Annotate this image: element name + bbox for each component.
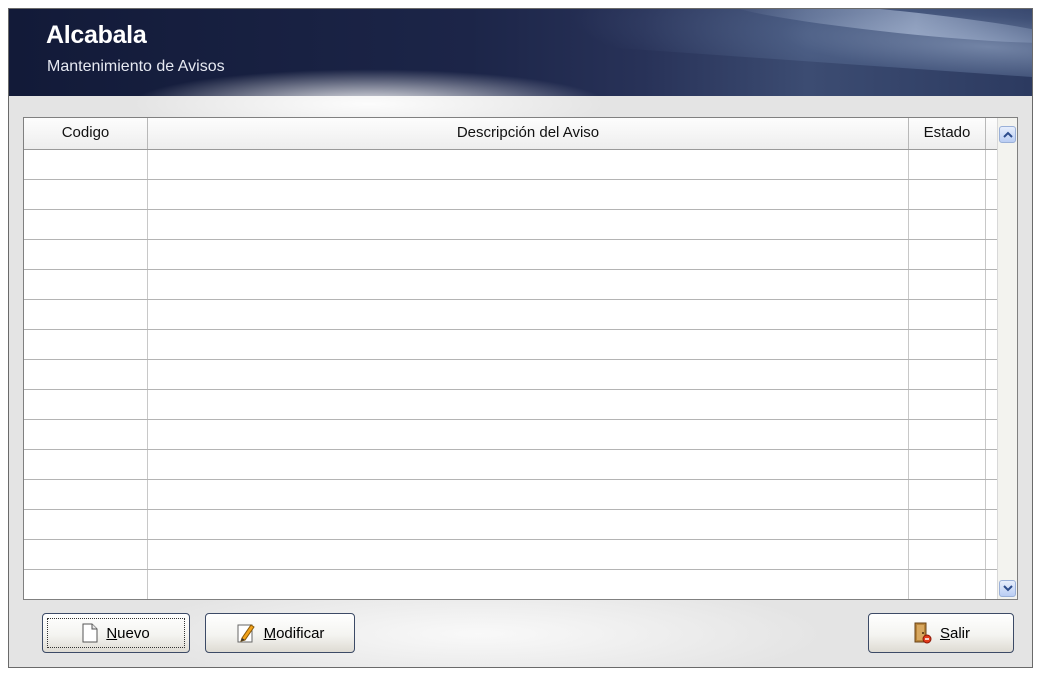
vertical-scrollbar[interactable] — [997, 118, 1017, 599]
column-header-estado[interactable]: Estado — [909, 118, 986, 149]
scroll-down-button[interactable] — [999, 580, 1016, 597]
cell-codigo[interactable] — [24, 300, 148, 329]
cell-codigo[interactable] — [24, 390, 148, 419]
salir-label: Salir — [939, 624, 971, 642]
table-row[interactable] — [24, 210, 1000, 240]
cell-estado[interactable] — [909, 480, 986, 509]
table-row[interactable] — [24, 180, 1000, 210]
door-exit-icon — [912, 622, 932, 644]
cell-estado[interactable] — [909, 420, 986, 449]
cell-descripcion[interactable] — [148, 300, 909, 329]
table-row[interactable] — [24, 570, 1000, 599]
cell-descripcion[interactable] — [148, 540, 909, 569]
cell-descripcion[interactable] — [148, 330, 909, 359]
cell-estado[interactable] — [909, 150, 986, 179]
cell-codigo[interactable] — [24, 360, 148, 389]
table-row[interactable] — [24, 360, 1000, 390]
table-row[interactable] — [24, 450, 1000, 480]
nuevo-label: Nuevo — [106, 624, 150, 642]
table-row[interactable] — [24, 540, 1000, 570]
cell-estado[interactable] — [909, 180, 986, 209]
cell-estado[interactable] — [909, 360, 986, 389]
cell-codigo[interactable] — [24, 180, 148, 209]
column-header-codigo[interactable]: Codigo — [24, 118, 148, 149]
cell-estado[interactable] — [909, 390, 986, 419]
cell-descripcion[interactable] — [148, 480, 909, 509]
cell-descripcion[interactable] — [148, 210, 909, 239]
table-row[interactable] — [24, 510, 1000, 540]
cell-descripcion[interactable] — [148, 390, 909, 419]
cell-descripcion[interactable] — [148, 510, 909, 539]
cell-codigo[interactable] — [24, 480, 148, 509]
cell-descripcion[interactable] — [148, 570, 909, 599]
cell-codigo[interactable] — [24, 150, 148, 179]
column-header-descripcion[interactable]: Descripción del Aviso — [148, 118, 909, 149]
chevron-down-icon — [1002, 585, 1013, 592]
cell-estado[interactable] — [909, 540, 986, 569]
cell-codigo[interactable] — [24, 210, 148, 239]
modificar-label: Modificar — [263, 624, 325, 642]
cell-codigo[interactable] — [24, 270, 148, 299]
nuevo-button[interactable]: Nuevo — [42, 613, 190, 653]
cell-codigo[interactable] — [24, 510, 148, 539]
scroll-up-button[interactable] — [999, 126, 1016, 143]
cell-descripcion[interactable] — [148, 420, 909, 449]
cell-descripcion[interactable] — [148, 240, 909, 269]
cell-descripcion[interactable] — [148, 450, 909, 479]
cell-descripcion[interactable] — [148, 180, 909, 209]
cell-codigo[interactable] — [24, 450, 148, 479]
app-title: Alcabala — [46, 21, 147, 49]
chevron-up-icon — [1002, 131, 1013, 138]
cell-codigo[interactable] — [24, 420, 148, 449]
cell-estado[interactable] — [909, 240, 986, 269]
cell-estado[interactable] — [909, 450, 986, 479]
cell-codigo[interactable] — [24, 570, 148, 599]
window-frame: Alcabala Mantenimiento de Avisos Codigo … — [8, 8, 1033, 668]
table-row[interactable] — [24, 300, 1000, 330]
cell-estado[interactable] — [909, 270, 986, 299]
salir-button[interactable]: Salir — [868, 613, 1014, 653]
grid-body — [24, 150, 1000, 599]
cell-descripcion[interactable] — [148, 360, 909, 389]
document-icon — [82, 623, 98, 643]
cell-estado[interactable] — [909, 210, 986, 239]
cell-estado[interactable] — [909, 570, 986, 599]
cell-estado[interactable] — [909, 300, 986, 329]
cell-estado[interactable] — [909, 510, 986, 539]
table-row[interactable] — [24, 270, 1000, 300]
table-row[interactable] — [24, 480, 1000, 510]
cell-descripcion[interactable] — [148, 270, 909, 299]
modificar-button[interactable]: Modificar — [205, 613, 355, 653]
table-row[interactable] — [24, 390, 1000, 420]
cell-codigo[interactable] — [24, 540, 148, 569]
avisos-grid[interactable]: Codigo Descripción del Aviso Estado — [23, 117, 1018, 600]
cell-estado[interactable] — [909, 330, 986, 359]
cell-descripcion[interactable] — [148, 150, 909, 179]
table-row[interactable] — [24, 150, 1000, 180]
cell-codigo[interactable] — [24, 240, 148, 269]
table-row[interactable] — [24, 420, 1000, 450]
table-row[interactable] — [24, 240, 1000, 270]
grid-header: Codigo Descripción del Aviso Estado — [24, 118, 1000, 150]
table-row[interactable] — [24, 330, 1000, 360]
cell-codigo[interactable] — [24, 330, 148, 359]
pencil-icon — [236, 622, 256, 644]
